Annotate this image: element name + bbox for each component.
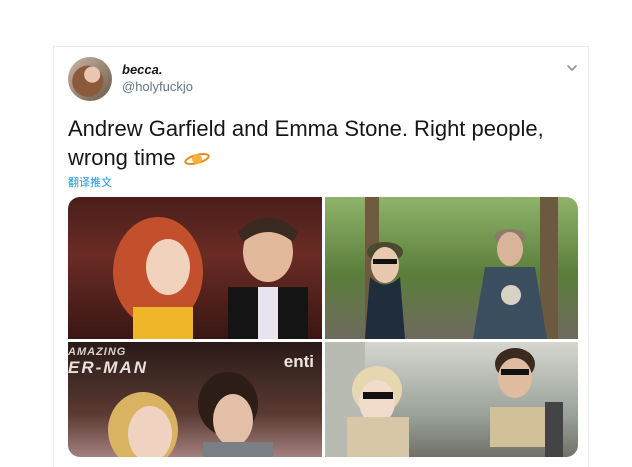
photo-4-image [325,342,563,457]
photo-3[interactable]: AMAZING ER-MAN enti [68,342,322,457]
chevron-down-icon[interactable] [565,61,579,75]
tweet-body: Andrew Garfield and Emma Stone. Right pe… [68,116,544,170]
photo-2[interactable] [325,197,578,339]
avatar[interactable] [68,57,112,101]
photo-1[interactable] [68,197,322,339]
translate-tweet-link[interactable]: 翻译推文 [68,174,112,190]
user-handle[interactable]: @holyfuckjo [122,79,193,94]
photo-1-image [113,217,308,339]
display-name[interactable]: becca. [122,62,162,77]
media-grid: AMAZING ER-MAN enti [68,197,578,457]
tweet-text: Andrew Garfield and Emma Stone. Right pe… [68,114,568,172]
photo-4[interactable] [325,342,578,457]
photo-3-image [108,372,273,457]
photo-2-image [365,197,558,339]
ringed-planet-icon [184,153,210,165]
